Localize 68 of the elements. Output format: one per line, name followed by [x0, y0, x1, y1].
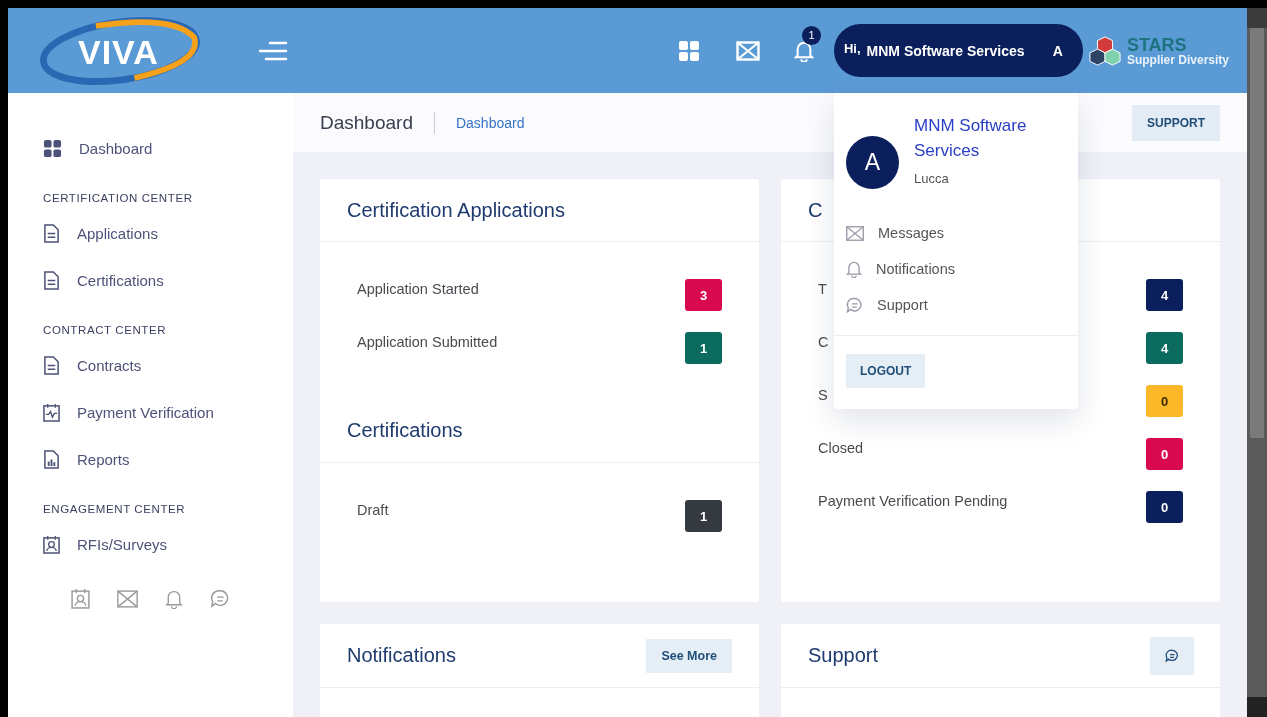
- document-icon: [43, 271, 60, 290]
- avatar: A: [846, 136, 899, 189]
- logout-button[interactable]: LOGOUT: [846, 354, 926, 388]
- row-label: Draft: [357, 502, 389, 518]
- card-title: Support: [808, 644, 879, 667]
- cubes-icon: [1088, 34, 1121, 67]
- menu-item[interactable]: Support: [846, 287, 1066, 323]
- row-label: Closed: [818, 440, 864, 456]
- row-label: T: [818, 281, 827, 297]
- chat-icon: [846, 296, 863, 314]
- grid-icon[interactable]: [677, 39, 700, 62]
- menu-item[interactable]: Messages: [846, 215, 1066, 251]
- document-icon: [43, 356, 60, 375]
- see-more-button[interactable]: See More: [646, 638, 732, 673]
- row-label: Payment Verification Pending: [818, 493, 1008, 509]
- count-badge: 3: [685, 279, 722, 311]
- count-badge: 4: [1146, 332, 1183, 364]
- contact-icon: [43, 535, 60, 554]
- sidebar-item[interactable]: Contracts: [43, 342, 293, 389]
- card-title: Notifications: [347, 644, 456, 667]
- sidebar-item[interactable]: Payment Verification: [43, 389, 293, 436]
- user-name: MNM Software Services: [914, 115, 1028, 162]
- logo-swoosh-icon: [38, 15, 202, 86]
- sidebar-item[interactable]: Dashboard: [43, 125, 293, 172]
- mail-icon: [846, 225, 864, 241]
- page-title: Dashboard: [320, 111, 413, 134]
- count-badge: 0: [1146, 491, 1183, 523]
- card-title: C: [808, 198, 823, 222]
- card-title: Certification Applications: [347, 198, 565, 222]
- breadcrumb-link[interactable]: Dashboard: [455, 114, 525, 131]
- logo-text: VIVA: [78, 32, 159, 72]
- brand-subtitle: Supplier Diversity: [1126, 53, 1229, 66]
- count-badge: 0: [1146, 385, 1183, 417]
- section-heading: CONTRACT CENTER: [43, 324, 168, 336]
- chat-button[interactable]: [1150, 636, 1194, 675]
- bell-icon: [846, 260, 862, 278]
- row-label: C: [818, 334, 829, 350]
- count-badge: 4: [1146, 279, 1183, 311]
- user-subtitle: Lucca: [914, 171, 950, 186]
- count-badge: 1: [685, 332, 722, 364]
- row-label: Application Started: [357, 281, 479, 297]
- scrollbar[interactable]: [1247, 8, 1267, 717]
- chat-icon: [1165, 648, 1179, 663]
- sidebar-item[interactable]: Reports: [43, 436, 293, 483]
- contact-icon[interactable]: [71, 588, 90, 609]
- section-heading: ENGAGEMENT CENTER: [43, 503, 187, 515]
- brand-title: STARS: [1126, 35, 1188, 54]
- count-badge: 1: [685, 500, 722, 532]
- document-icon: [43, 224, 60, 243]
- section-heading: CERTIFICATION CENTER: [43, 192, 194, 204]
- sidebar-item[interactable]: Applications: [43, 210, 293, 257]
- sidebar-item[interactable]: RFIs/Surveys: [43, 521, 293, 568]
- menu-icon[interactable]: [258, 40, 288, 61]
- mail-icon[interactable]: [117, 589, 138, 608]
- sidebar-item[interactable]: Certifications: [43, 257, 293, 304]
- user-menu-button[interactable]: Hi, MNM Software Services A: [833, 24, 1083, 77]
- row-label: S: [818, 387, 828, 403]
- count-badge: 0: [1146, 438, 1183, 470]
- report-icon: [43, 450, 60, 469]
- row-label: Application Submitted: [357, 334, 498, 350]
- card-title: Certifications: [347, 419, 463, 442]
- bell-icon[interactable]: [793, 39, 814, 62]
- chat-icon[interactable]: [210, 588, 230, 609]
- support-button[interactable]: SUPPORT: [1132, 104, 1220, 141]
- menu-item[interactable]: Notifications: [846, 251, 1066, 287]
- grid-icon: [43, 139, 62, 158]
- calendar-icon: [43, 403, 60, 422]
- notification-count: 1: [801, 25, 821, 45]
